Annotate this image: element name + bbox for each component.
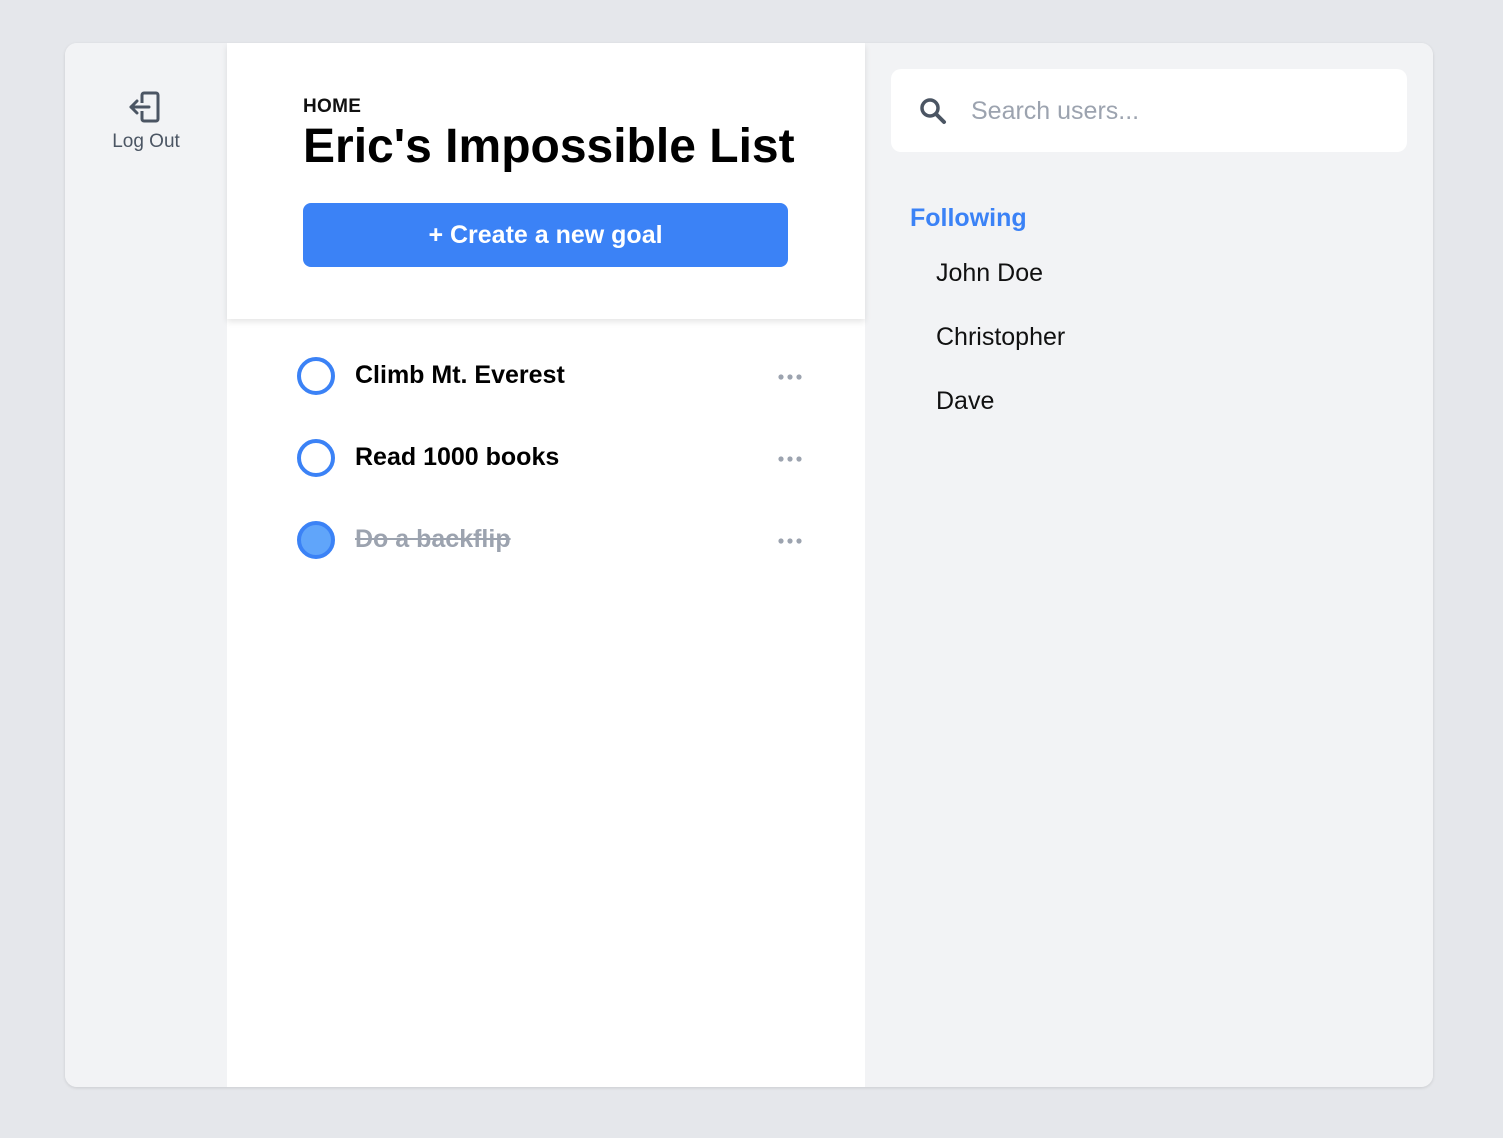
following-user-item[interactable]: Christopher — [936, 319, 1396, 383]
following-user-item[interactable]: Dave — [936, 383, 1396, 447]
goal-row: Do a backflip — [227, 483, 865, 565]
search-users-input[interactable] — [969, 89, 1389, 133]
goal-title-completed: Do a backflip — [355, 525, 511, 553]
goal-checkbox[interactable] — [297, 357, 335, 395]
breadcrumb: HOME — [303, 96, 362, 117]
goal-list: Climb Mt. Everest Read 1000 books Do a b… — [227, 319, 865, 565]
following-list: John Doe Christopher Dave — [936, 255, 1396, 447]
left-nav: Log Out — [65, 43, 227, 1087]
goal-checkbox-checked[interactable] — [297, 521, 335, 559]
goal-title: Climb Mt. Everest — [355, 361, 565, 389]
main-header: HOME Eric's Impossible List + Create a n… — [227, 43, 865, 319]
more-options-icon[interactable] — [775, 367, 805, 387]
page-title: Eric's Impossible List — [303, 120, 795, 173]
search-box — [891, 69, 1407, 152]
goal-row: Read 1000 books — [227, 401, 865, 483]
right-sidebar: Following John Doe Christopher Dave — [865, 43, 1433, 1087]
more-options-icon[interactable] — [775, 449, 805, 469]
main-column: HOME Eric's Impossible List + Create a n… — [227, 43, 865, 1087]
logout-button[interactable]: Log Out — [65, 91, 227, 153]
logout-icon — [129, 91, 163, 123]
following-heading: Following — [910, 204, 1027, 232]
goal-row: Climb Mt. Everest — [227, 319, 865, 401]
following-user-item[interactable]: John Doe — [936, 255, 1396, 319]
more-options-icon[interactable] — [775, 531, 805, 551]
create-goal-button[interactable]: + Create a new goal — [303, 203, 788, 267]
app-window: Log Out HOME Eric's Impossible List + Cr… — [65, 43, 1433, 1087]
goal-checkbox[interactable] — [297, 439, 335, 477]
goal-title: Read 1000 books — [355, 443, 560, 471]
logout-label: Log Out — [112, 131, 180, 152]
search-icon — [919, 97, 947, 125]
